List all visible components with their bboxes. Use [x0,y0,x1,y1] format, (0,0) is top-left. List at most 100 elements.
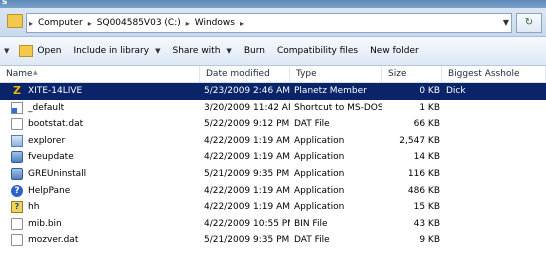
folder-icon [7,14,23,28]
file-name: mozver.dat [28,235,79,246]
file-size: 14 KB [413,152,440,163]
file-type: Shortcut to MS-DOS... [294,102,382,113]
file-extra [446,183,542,199]
column-header-name[interactable]: Name ▲ [0,66,200,82]
column-header-row: Name ▲ Date modified Type Size Biggest A… [0,66,546,83]
file-name: fveupdate [28,152,74,163]
file-extra [446,232,542,248]
file-name: bootstat.dat [28,119,84,130]
file-row[interactable]: GREUninstall 5/21/2009 9:35 PM Applicati… [0,166,546,183]
breadcrumb-computer[interactable]: Computer [35,18,86,28]
file-row[interactable]: mib.bin 4/22/2009 10:55 PM BIN File 43 K… [0,216,546,233]
file-row[interactable]: _default 3/20/2009 11:42 AM Shortcut to … [0,100,546,117]
refresh-button[interactable]: ↻ [516,13,542,33]
open-icon [19,45,34,57]
file-icon [11,118,23,131]
open-button[interactable]: Open [13,41,67,61]
compatibility-files-button[interactable]: Compatibility files [271,41,364,61]
file-row[interactable]: fveupdate 4/22/2009 1:19 AM Application … [0,149,546,166]
z-icon: Z [13,84,21,97]
file-list: Z XITE-14LIVE 5/23/2009 2:46 AM Planetz … [0,83,546,249]
burn-button[interactable]: Burn [238,41,271,61]
file-extra [446,116,542,132]
file-size: 1 KB [419,102,440,113]
column-header-biggest-asshole[interactable]: Biggest Asshole [442,66,546,82]
new-folder-button[interactable]: New folder [364,41,425,61]
file-extra: Dick [446,86,466,96]
share-with-button[interactable]: Share with ▼ [166,41,237,61]
address-row: ▸ Computer ▸ SQ004585V03 (C:) ▸ Windows … [0,8,546,37]
command-bar: ▼ Open Include in library ▼ Share with ▼… [0,37,546,66]
title-bar: s [0,0,546,8]
chevron-down-icon: ▼ [155,47,161,55]
file-date: 4/22/2009 10:55 PM [204,218,290,229]
file-extra [446,216,542,232]
help-icon: ? [11,184,23,197]
file-extra [446,149,542,165]
chevron-right-icon[interactable]: ▸ [184,19,192,28]
file-row[interactable]: Z XITE-14LIVE 5/23/2009 2:46 AM Planetz … [0,83,546,100]
column-header-size[interactable]: Size [382,66,442,82]
file-type: DAT File [294,235,330,246]
column-header-name-label: Name [6,69,33,79]
file-extra [446,100,542,116]
file-type: Planetz Member [294,86,367,96]
burn-label: Burn [243,46,265,56]
include-in-library-button[interactable]: Include in library ▼ [67,41,166,61]
file-type: Application [294,168,345,179]
file-row[interactable]: explorer 4/22/2009 1:19 AM Application 2… [0,133,546,150]
file-name: mib.bin [28,218,62,229]
file-extra [446,166,542,182]
chevron-down-icon: ▼ [226,47,232,55]
breadcrumb-windows[interactable]: Windows [192,18,238,28]
file-size: 15 KB [413,202,440,213]
file-date: 4/22/2009 1:19 AM [204,202,290,213]
chevron-down-icon[interactable]: ▼ [503,18,509,27]
organize-dropdown-icon[interactable]: ▼ [4,47,9,55]
file-name: explorer [28,135,66,146]
file-date: 5/21/2009 9:35 PM [204,235,290,246]
file-type: BIN File [294,218,328,229]
file-extra [446,133,542,149]
chevron-right-icon[interactable]: ▸ [238,19,246,28]
file-date: 4/22/2009 1:19 AM [204,152,290,163]
hh-icon: ? [11,201,23,214]
file-date: 4/22/2009 1:19 AM [204,185,290,196]
application-icon [11,167,23,180]
file-size: 116 KB [407,168,440,179]
include-in-library-label: Include in library [73,46,150,56]
new-folder-label: New folder [370,46,419,56]
file-name: XITE-14LIVE [28,86,83,96]
file-icon [11,217,23,230]
file-extra [446,199,542,215]
file-row[interactable]: bootstat.dat 5/22/2009 9:12 PM DAT File … [0,116,546,133]
file-date: 5/22/2009 9:12 PM [204,119,290,130]
chevron-right-icon[interactable]: ▸ [86,19,94,28]
file-row[interactable]: ? hh 4/22/2009 1:19 AM Application 15 KB [0,199,546,216]
file-size: 43 KB [413,218,440,229]
file-row[interactable]: mozver.dat 5/21/2009 9:35 PM DAT File 9 … [0,232,546,249]
compatibility-files-label: Compatibility files [276,46,359,56]
file-size: 2,547 KB [399,135,440,146]
file-size: 66 KB [413,119,440,130]
file-name: _default [28,102,65,113]
file-name: hh [28,202,40,213]
file-date: 5/23/2009 2:46 AM [204,86,290,96]
file-name: HelpPane [28,185,71,196]
chevron-right-icon[interactable]: ▸ [27,19,35,28]
file-type: Application [294,135,345,146]
breadcrumb-drive[interactable]: SQ004585V03 (C:) [94,18,184,28]
file-type: Application [294,185,345,196]
file-row[interactable]: ? HelpPane 4/22/2009 1:19 AM Application… [0,183,546,200]
open-label: Open [37,46,62,56]
file-date: 5/21/2009 9:35 PM [204,168,290,179]
column-header-type[interactable]: Type [290,66,382,82]
file-date: 4/22/2009 1:19 AM [204,135,290,146]
file-size: 486 KB [407,185,440,196]
address-bar[interactable]: ▸ Computer ▸ SQ004585V03 (C:) ▸ Windows … [26,13,512,33]
application-icon [11,151,23,164]
explorer-icon [11,134,23,147]
shortcut-icon [11,101,23,114]
window-title: s [2,0,8,7]
column-header-date-modified[interactable]: Date modified [200,66,290,82]
